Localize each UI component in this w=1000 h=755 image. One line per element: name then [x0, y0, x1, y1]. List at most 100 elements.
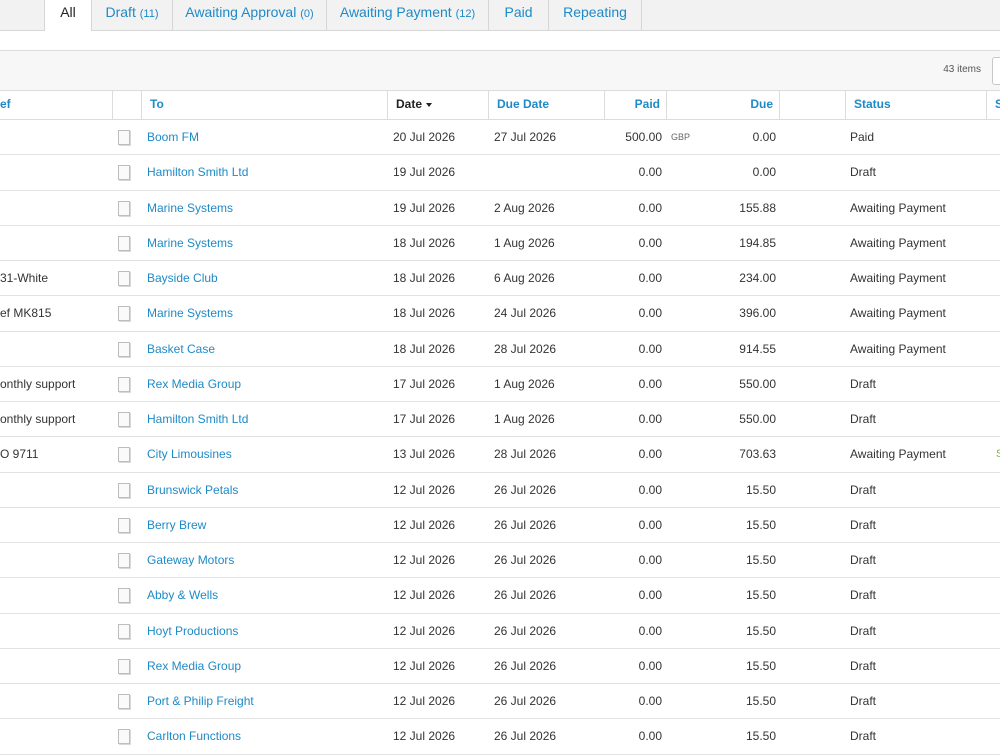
table-row[interactable]: 31-White Bayside Club 18 Jul 2026 6 Aug 202…	[0, 261, 1000, 297]
cell-contact-link[interactable]: Rex Media Group	[147, 367, 382, 401]
cell-document[interactable]	[116, 296, 136, 330]
cell-currency	[671, 508, 701, 542]
column-ref[interactable]: ef	[0, 91, 113, 119]
cell-reference: onthly support	[0, 412, 76, 426]
cell-contact-link[interactable]: Bayside Club	[147, 261, 382, 295]
cell-currency	[671, 367, 701, 401]
cell-paid: 0.00	[638, 623, 662, 638]
column-status[interactable]: Status	[846, 91, 987, 119]
table-row[interactable]: Brunswick Petals 12 Jul 2026 26 Jul 2026 0.…	[0, 473, 1000, 508]
column-date[interactable]: Date	[388, 91, 489, 119]
cell-contact-link[interactable]: Marine Systems	[147, 226, 382, 260]
tab-all[interactable]: All	[44, 0, 92, 31]
tab-awaiting-payment[interactable]: Awaiting Payment (12)	[327, 0, 489, 30]
cell-document[interactable]	[116, 578, 136, 612]
cell-date: 19 Jul 2026	[393, 200, 456, 215]
cell-document[interactable]	[116, 614, 136, 648]
cell-currency	[671, 719, 701, 753]
cell-document[interactable]	[116, 332, 136, 366]
cell-contact-link[interactable]: Brunswick Petals	[147, 473, 382, 507]
cell-document[interactable]	[116, 437, 136, 471]
cell-status: Draft	[850, 623, 877, 638]
tab-paid[interactable]: Paid	[489, 0, 549, 30]
cell-extra	[996, 226, 1000, 260]
table-row[interactable]: Carlton Functions 12 Jul 2026 26 Jul 2026 0…	[0, 719, 1000, 755]
tab-repeating[interactable]: Repeating	[549, 0, 642, 30]
cell-contact-link[interactable]: City Limousines	[147, 437, 382, 471]
cell-date: 18 Jul 2026	[393, 306, 456, 321]
cell-contact-link[interactable]: Port & Philip Freight	[147, 684, 382, 718]
cell-paid: 0.00	[638, 235, 662, 250]
column-due[interactable]: Due	[667, 91, 780, 119]
cell-paid: 0.00	[638, 165, 662, 180]
table-row[interactable]: Hoyt Productions 12 Jul 2026 26 Jul 2026 0.…	[0, 614, 1000, 649]
cell-paid: 0.00	[638, 729, 662, 744]
cell-document[interactable]	[116, 719, 136, 753]
cell-document[interactable]	[116, 261, 136, 295]
column-label: Due	[750, 97, 773, 111]
table-row[interactable]: Rex Media Group 12 Jul 2026 26 Jul 2026 0.0…	[0, 649, 1000, 684]
table-row[interactable]: Marine Systems 18 Jul 2026 1 Aug 2026 0.00 1…	[0, 226, 1000, 261]
cell-due-amount: 396.00	[739, 306, 776, 321]
cell-extra	[996, 296, 1000, 330]
table-row[interactable]: Boom FM 20 Jul 2026 27 Jul 2026 500.00 GBP 0.…	[0, 120, 1000, 156]
cell-contact-link[interactable]: Marine Systems	[147, 296, 382, 330]
cell-contact-link[interactable]: Carlton Functions	[147, 719, 382, 753]
cell-contact-link[interactable]: Hoyt Productions	[147, 614, 382, 648]
column-label: Paid	[634, 97, 660, 111]
cell-status: Draft	[850, 553, 877, 567]
cell-document[interactable]	[116, 191, 136, 225]
cell-document[interactable]	[116, 120, 136, 154]
toolbar-button[interactable]	[992, 57, 1000, 85]
cell-contact-link[interactable]: Marine Systems	[147, 191, 382, 225]
cell-contact-link[interactable]: Berry Brew	[147, 508, 382, 542]
column-extra[interactable]: S	[987, 91, 1000, 119]
items-count: 43 items	[943, 64, 981, 75]
cell-paid: 0.00	[638, 658, 662, 673]
cell-document[interactable]	[116, 543, 136, 577]
table-row[interactable]: Berry Brew 12 Jul 2026 26 Jul 2026 0.00 15.5…	[0, 508, 1000, 543]
cell-contact-link[interactable]: Boom FM	[147, 120, 382, 154]
cell-document[interactable]	[116, 155, 136, 189]
cell-document[interactable]	[116, 649, 136, 683]
cell-contact-link[interactable]: Gateway Motors	[147, 543, 382, 577]
cell-due-amount: 550.00	[739, 376, 776, 391]
table-row[interactable]: O 9711 City Limousines 13 Jul 2026 28 Jul 2…	[0, 437, 1000, 473]
table-row[interactable]: onthly support Hamilton Smith Ltd 17 Jul 2…	[0, 402, 1000, 438]
cell-due-date: 26 Jul 2026	[494, 588, 557, 603]
table-row[interactable]: Abby & Wells 12 Jul 2026 26 Jul 2026 0.00 15…	[0, 578, 1000, 614]
table-row[interactable]: onthly support Rex Media Group 17 Jul 2026…	[0, 367, 1000, 402]
cell-extra	[996, 191, 1000, 225]
cell-status: Draft	[850, 517, 877, 532]
cell-due-date	[494, 155, 599, 189]
cell-paid: 0.00	[638, 447, 662, 462]
cell-document[interactable]	[116, 226, 136, 260]
cell-contact-link[interactable]: Hamilton Smith Ltd	[147, 402, 382, 436]
cell-status: Draft	[850, 482, 877, 497]
table-row[interactable]: ef MK815 Marine Systems 18 Jul 2026 24 Jul …	[0, 296, 1000, 332]
column-to[interactable]: To	[142, 91, 388, 119]
cell-document[interactable]	[116, 367, 136, 401]
tab-awaiting-approval[interactable]: Awaiting Approval (0)	[173, 0, 327, 30]
list-toolbar: 43 items	[0, 50, 1000, 91]
table-row[interactable]: Port & Philip Freight 12 Jul 2026 26 Jul 2…	[0, 684, 1000, 720]
cell-document[interactable]	[116, 473, 136, 507]
column-due-date[interactable]: Due Date	[489, 91, 605, 119]
cell-document[interactable]	[116, 402, 136, 436]
cell-date: 12 Jul 2026	[393, 588, 456, 603]
table-row[interactable]: Basket Case 18 Jul 2026 28 Jul 2026 0.00 914…	[0, 332, 1000, 367]
tab-draft[interactable]: Draft (11)	[92, 0, 173, 30]
cell-reference: 31-White	[0, 271, 49, 285]
cell-document[interactable]	[116, 684, 136, 718]
table-row[interactable]: Hamilton Smith Ltd 19 Jul 2026 0.00 0.00 Dra…	[0, 155, 1000, 191]
cell-document[interactable]	[116, 508, 136, 542]
table-row[interactable]: Gateway Motors 12 Jul 2026 26 Jul 2026 0.00…	[0, 543, 1000, 579]
cell-contact-link[interactable]: Hamilton Smith Ltd	[147, 155, 382, 189]
column-paid[interactable]: Paid	[605, 91, 667, 119]
cell-due-amount: 155.88	[739, 200, 776, 215]
cell-contact-link[interactable]: Basket Case	[147, 332, 382, 366]
table-row[interactable]: Marine Systems 19 Jul 2026 2 Aug 2026 0.00 1…	[0, 191, 1000, 226]
cell-date: 20 Jul 2026	[393, 130, 456, 144]
cell-contact-link[interactable]: Rex Media Group	[147, 649, 382, 683]
cell-contact-link[interactable]: Abby & Wells	[147, 578, 382, 612]
